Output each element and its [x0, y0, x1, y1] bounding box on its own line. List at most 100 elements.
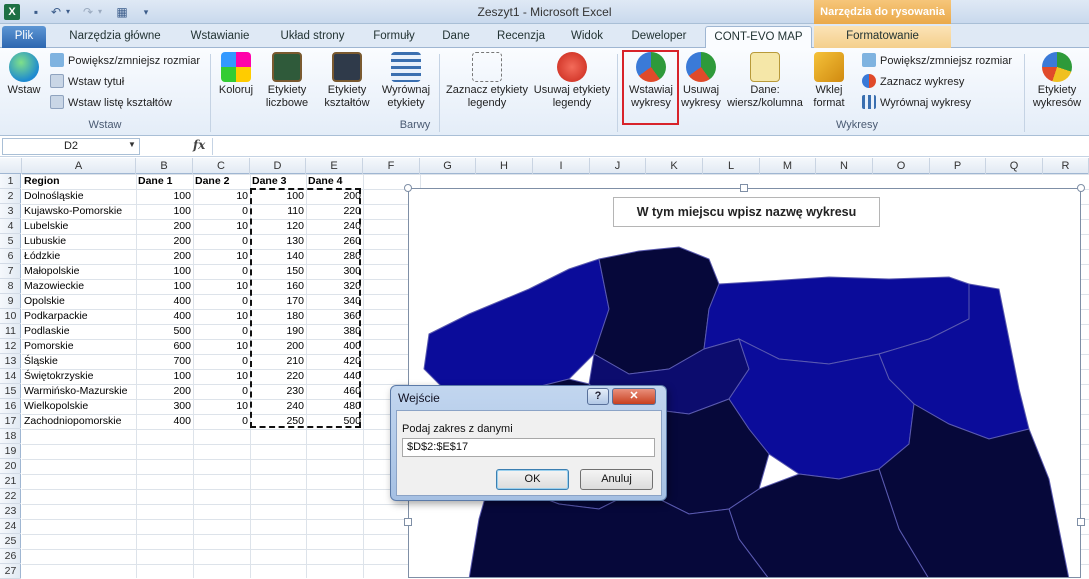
column-header[interactable]: C [193, 158, 250, 174]
row-header[interactable]: 9 [0, 294, 21, 309]
zaznacz-wykresy-button[interactable]: Zaznacz wykresy [862, 73, 964, 91]
column-header[interactable]: M [760, 158, 816, 174]
redo-dropdown-icon[interactable]: ▾ [92, 4, 108, 20]
row-header[interactable]: 24 [0, 519, 21, 534]
value-cell[interactable]: 100 [136, 369, 193, 384]
value-cell[interactable]: 700 [136, 354, 193, 369]
column-header[interactable]: I [533, 158, 590, 174]
header-cell[interactable]: Region [22, 174, 136, 189]
row-header[interactable]: 2 [0, 189, 21, 204]
resize-handle[interactable] [1077, 184, 1085, 192]
customize-toolbar-icon[interactable]: ▾ [138, 4, 154, 20]
region-cell[interactable]: Dolnośląskie [22, 189, 136, 204]
region-cell[interactable]: Zachodniopomorskie [22, 414, 136, 429]
column-header[interactable]: J [590, 158, 646, 174]
header-cell[interactable]: Dane 3 [250, 174, 306, 189]
tab-developer[interactable]: Deweloper [622, 26, 696, 48]
region-cell[interactable]: Podlaskie [22, 324, 136, 339]
region-cell[interactable]: Kujawsko-Pomorskie [22, 204, 136, 219]
region-cell[interactable]: Śląskie [22, 354, 136, 369]
select-all-corner[interactable] [0, 158, 22, 174]
column-header[interactable]: N [816, 158, 873, 174]
chart-title[interactable]: W tym miejscu wpisz nazwę wykresu [613, 197, 880, 227]
resize-handle[interactable] [740, 184, 748, 192]
value-cell[interactable]: 10 [193, 279, 250, 294]
formula-input[interactable] [212, 138, 1087, 155]
powieksz-wykresy-button[interactable]: Powiększ/zmniejsz rozmiar [862, 52, 1012, 70]
value-cell[interactable]: 200 [136, 234, 193, 249]
tab-page-layout[interactable]: Układ strony [270, 26, 355, 48]
value-cell[interactable]: 100 [136, 279, 193, 294]
etykiety-liczbowe-button[interactable]: Etykiety liczbowe [258, 52, 316, 110]
etykiety-ksztaltow-button[interactable]: Etykiety kształtów [316, 52, 378, 110]
row-header[interactable]: 6 [0, 249, 21, 264]
tab-home[interactable]: Narzędzia główne [60, 26, 170, 48]
value-cell[interactable]: 0 [193, 324, 250, 339]
cancel-button[interactable]: Anuluj [580, 469, 653, 490]
etykiety-wykresow-button[interactable]: Etykiety wykresów [1026, 52, 1088, 110]
row-header[interactable]: 16 [0, 399, 21, 414]
column-header[interactable]: G [420, 158, 476, 174]
region-cell[interactable]: Łódzkie [22, 249, 136, 264]
undo-dropdown-icon[interactable]: ▾ [60, 4, 76, 20]
row-header[interactable]: 15 [0, 384, 21, 399]
resize-handle[interactable] [404, 518, 412, 526]
region-zachodniopomorskie[interactable] [423, 258, 610, 400]
zaznacz-etykiety-button[interactable]: Zaznacz etykiety legendy [442, 52, 532, 110]
row-header[interactable]: 18 [0, 429, 21, 444]
value-cell[interactable]: 100 [136, 264, 193, 279]
map-chart[interactable] [408, 188, 1081, 578]
value-cell[interactable]: 0 [193, 384, 250, 399]
close-button[interactable]: ✕ [612, 388, 656, 405]
column-header[interactable]: O [873, 158, 930, 174]
save-icon[interactable]: ▪ [28, 4, 44, 20]
row-header[interactable]: 1 [0, 174, 21, 189]
range-input[interactable]: $D$2:$E$17 [402, 438, 655, 457]
name-box[interactable]: D2 [2, 138, 140, 155]
row-header[interactable]: 11 [0, 324, 21, 339]
row-header[interactable]: 23 [0, 504, 21, 519]
value-cell[interactable]: 100 [136, 204, 193, 219]
region-cell[interactable]: Opolskie [22, 294, 136, 309]
region-cell[interactable]: Podkarpackie [22, 309, 136, 324]
row-header[interactable]: 26 [0, 549, 21, 564]
row-header[interactable]: 14 [0, 369, 21, 384]
row-header[interactable]: 4 [0, 219, 21, 234]
region-cell[interactable]: Lubuskie [22, 234, 136, 249]
column-header[interactable]: K [646, 158, 703, 174]
column-header[interactable]: P [930, 158, 986, 174]
value-cell[interactable]: 0 [193, 294, 250, 309]
column-header[interactable]: Q [986, 158, 1043, 174]
dane-wiersz-kolumna-button[interactable]: Dane: wiersz/kolumna [722, 52, 808, 110]
value-cell[interactable]: 500 [136, 324, 193, 339]
region-cell[interactable]: Wielkopolskie [22, 399, 136, 414]
row-header[interactable]: 17 [0, 414, 21, 429]
usuwaj-etykiety-button[interactable]: Usuwaj etykiety legendy [532, 52, 612, 110]
region-cell[interactable]: Lubelskie [22, 219, 136, 234]
region-cell[interactable]: Świętokrzyskie [22, 369, 136, 384]
row-header[interactable]: 12 [0, 339, 21, 354]
value-cell[interactable]: 400 [136, 294, 193, 309]
row-header[interactable]: 3 [0, 204, 21, 219]
column-header[interactable]: E [306, 158, 363, 174]
tab-insert[interactable]: Wstawianie [180, 26, 260, 48]
column-header[interactable]: F [363, 158, 420, 174]
grid-icon[interactable]: ▦ [114, 4, 130, 20]
row-header[interactable]: 21 [0, 474, 21, 489]
region-cell[interactable]: Pomorskie [22, 339, 136, 354]
row-header[interactable]: 22 [0, 489, 21, 504]
tab-cont-evo-map[interactable]: CONT-EVO MAP [705, 26, 812, 48]
header-cell[interactable]: Dane 2 [193, 174, 250, 189]
value-cell[interactable]: 10 [193, 189, 250, 204]
value-cell[interactable]: 0 [193, 414, 250, 429]
excel-icon[interactable]: X [4, 4, 20, 20]
tab-view[interactable]: Widok [562, 26, 612, 48]
name-box-dropdown-icon[interactable]: ▼ [128, 140, 136, 149]
value-cell[interactable]: 0 [193, 234, 250, 249]
wyrownaj-etykiety-button[interactable]: Wyrównaj etykiety [378, 52, 434, 110]
koloruj-button[interactable]: Koloruj [214, 52, 258, 97]
row-header[interactable]: 13 [0, 354, 21, 369]
value-cell[interactable]: 0 [193, 204, 250, 219]
fx-icon[interactable]: fx [193, 138, 205, 152]
row-header[interactable]: 20 [0, 459, 21, 474]
